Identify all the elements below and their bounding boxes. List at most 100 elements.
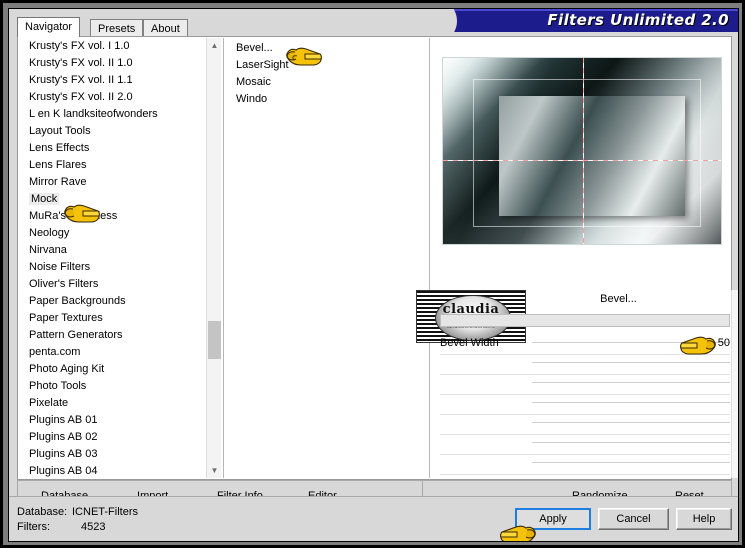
navigator-item[interactable]: Krusty's FX vol. I 1.0 [19,38,222,55]
navigator-item-label: penta.com [29,346,81,358]
parameter-slider-track[interactable] [532,382,730,383]
filter-item-label: Bevel... [236,42,273,54]
filter-item[interactable]: LaserSight [232,57,424,74]
parameter-slider-track[interactable] [532,462,730,463]
navigator-item[interactable]: Nirvana [19,242,222,259]
navigator-item-label: Nirvana [29,244,67,256]
parameter-slider-track[interactable] [532,342,730,343]
filter-list[interactable]: Bevel... LaserSight Mosaic Windo [232,40,424,476]
navigator-item[interactable]: Krusty's FX vol. II 1.0 [19,55,222,72]
help-button[interactable]: Help [676,508,732,530]
navigator-item[interactable]: MuRa's Seamless [19,208,222,225]
filters-value: 4523 [81,521,106,533]
parameter-row[interactable] [440,394,730,415]
navigator-item-label: Lens Effects [29,142,90,154]
navigator-item[interactable]: Lens Effects [19,140,222,157]
navigator-item[interactable]: Lens Flares [19,157,222,174]
navigator-item-label: Krusty's FX vol. II 2.0 [29,91,133,103]
preview-inner-frame [473,79,701,227]
parameter-row[interactable]: Bevel Width 50 [440,334,730,355]
navigator-item-label: Photo Aging Kit [29,363,105,375]
parameter-slider-track[interactable] [532,362,730,363]
filter-item-label: Windo [236,93,268,105]
parameter-row[interactable] [440,454,730,475]
filters-label: Filters: [17,521,50,533]
scroll-down-icon[interactable]: ▼ [207,463,222,478]
title-bar: Filters Unlimited 2.0 [421,9,738,32]
preview-crosshair-vertical [583,58,584,244]
navigator-item[interactable]: Noise Filters [19,259,222,276]
tab-presets[interactable]: Presets [90,19,144,37]
parameter-value: 50 [717,337,730,349]
navigator-item-label: Mock [29,193,60,205]
navigator-item[interactable]: Pattern Generators [19,327,222,344]
navigator-item-label: Plugins AB 03 [29,448,98,460]
navigator-item-label: L en K landksiteofwonders [29,108,158,120]
filter-item[interactable]: Mosaic [232,74,424,91]
navigator-item[interactable]: Plugins AB 01 [19,412,222,429]
navigator-item[interactable]: Pixelate [19,395,222,412]
navigator-item-label: Paper Backgrounds [29,295,126,307]
scroll-up-icon[interactable]: ▲ [207,38,222,53]
database-value: ICNET-Filters [72,506,138,518]
window-inner: Filters Unlimited 2.0 Navigator Presets … [8,8,739,542]
parameter-label: Bevel Width [440,337,499,349]
navigator-item-label: Krusty's FX vol. II 1.1 [29,74,133,86]
navigator-item[interactable]: Mock [19,191,222,208]
title-swoosh-decoration [421,9,457,32]
parameter-row[interactable] [440,414,730,435]
navigator-item[interactable]: Plugins AB 03 [19,446,222,463]
parameter-scrollbar[interactable] [731,290,738,478]
application-window: Filters Unlimited 2.0 Navigator Presets … [0,0,745,548]
navigator-item[interactable]: Krusty's FX vol. II 1.1 [19,72,222,89]
navigator-item-label: Layout Tools [29,125,91,137]
parameter-header: Bevel... [526,290,731,312]
navigator-scrollbar[interactable]: ▲ ▼ [206,38,221,478]
parameter-preset-track[interactable] [440,314,730,327]
navigator-item-label: Lens Flares [29,159,87,171]
navigator-item[interactable]: Oliver's Filters [19,276,222,293]
preview-crosshair-horizontal [443,160,721,161]
tab-navigator[interactable]: Navigator [17,17,81,37]
navigator-item[interactable]: penta.com [19,344,222,361]
navigator-item[interactable]: Paper Backgrounds [19,293,222,310]
navigator-divider [223,38,224,478]
parameter-header-label: Bevel... [600,293,637,305]
database-label: Database: [17,506,68,518]
parameter-slider-track[interactable] [532,422,730,423]
navigator-item[interactable]: Photo Aging Kit [19,361,222,378]
filter-item[interactable]: Bevel... [232,40,424,57]
parameter-row[interactable] [440,434,730,455]
navigator-item[interactable]: L en K landksiteofwonders [19,106,222,123]
preview-and-parameters: claudia landksiteofwonders Bevel... Beve… [416,38,738,495]
tab-about[interactable]: About [143,19,188,37]
navigator-item[interactable]: Mirror Rave [19,174,222,191]
navigator-item[interactable]: Photo Tools [19,378,222,395]
navigator-item-label: MuRa's Seamless [29,210,118,222]
navigator-list[interactable]: Krusty's FX vol. I 1.0 Krusty's FX vol. I… [19,38,222,478]
parameter-slider-track[interactable] [532,442,730,443]
filter-item[interactable]: Windo [232,91,424,108]
navigator-item-label: Pattern Generators [29,329,123,341]
apply-button[interactable]: Apply [515,508,591,530]
main-panel: Krusty's FX vol. I 1.0 Krusty's FX vol. I… [17,36,738,495]
navigator-item[interactable]: Plugins AB 02 [19,429,222,446]
preview-image [442,57,722,245]
cancel-button[interactable]: Cancel [598,508,669,530]
navigator-item[interactable]: Paper Textures [19,310,222,327]
app-title: Filters Unlimited 2.0 [547,11,729,29]
navigator-item[interactable]: Neology [19,225,222,242]
parameter-row[interactable] [440,354,730,375]
preview-area[interactable] [442,48,724,254]
parameter-row[interactable] [440,374,730,395]
status-bar: Database: ICNET-Filters Filters: 4523 Ap… [9,496,738,541]
navigator-item[interactable]: Krusty's FX vol. II 2.0 [19,89,222,106]
filter-item-label: LaserSight [236,59,289,71]
navigator-item[interactable]: Layout Tools [19,123,222,140]
parameter-slider-track[interactable] [532,402,730,403]
scrollbar-thumb[interactable] [208,321,221,359]
filter-item-label: Mosaic [236,76,271,88]
navigator-item-label: Plugins AB 04 [29,465,98,477]
navigator-item[interactable]: Plugins AB 04 [19,463,222,478]
navigator-item-label: Mirror Rave [29,176,87,188]
